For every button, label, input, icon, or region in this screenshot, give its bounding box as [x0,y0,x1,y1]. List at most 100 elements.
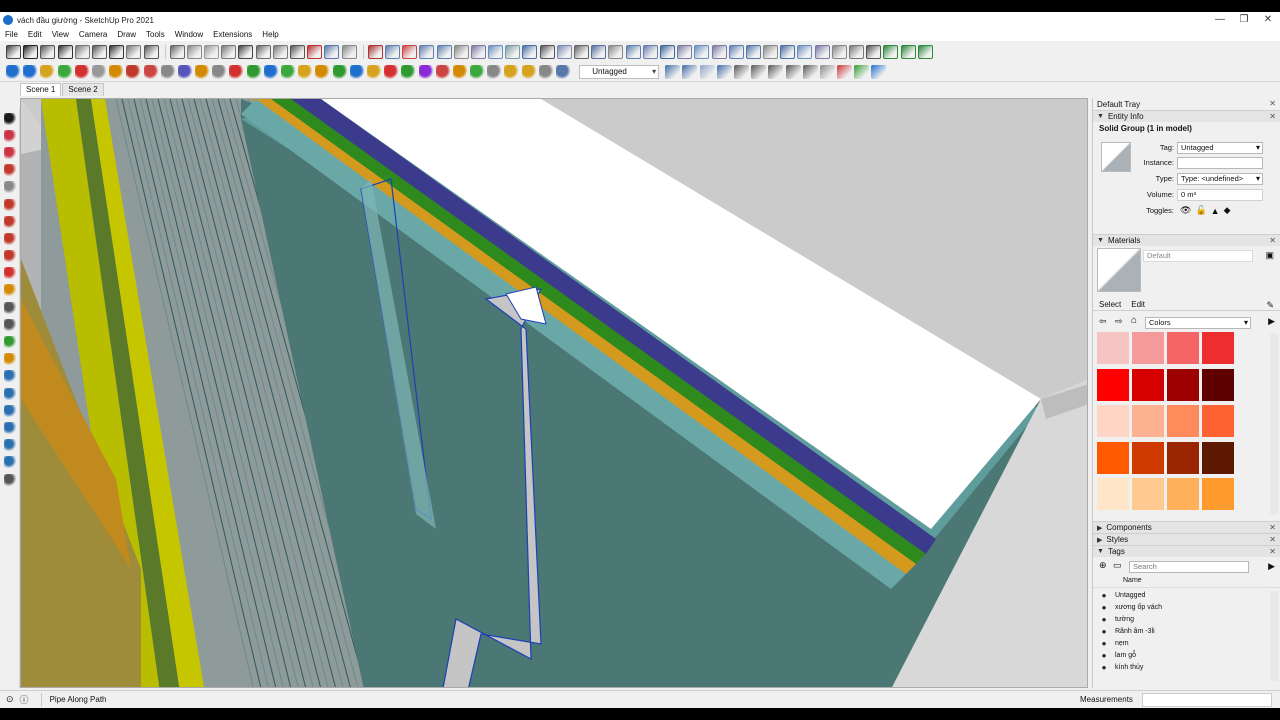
minimize-button[interactable]: — [1208,12,1232,28]
view-tool-2-icon[interactable] [682,64,698,79]
toolbar-tool-25-icon[interactable] [436,45,452,59]
toolbar-tool-45-icon[interactable] [780,45,796,59]
color-swatch[interactable] [1132,441,1164,474]
tags-header[interactable]: ▼ Tags ✕ [1093,545,1280,557]
left-tool-9-icon[interactable] [3,250,16,263]
view-tool-3-icon[interactable] [699,64,715,79]
toolbar-tool-14-icon[interactable] [238,45,254,59]
forward-arrow-icon[interactable]: ⇨ [1115,316,1123,327]
toolbar-tool-28-icon[interactable] [488,45,504,59]
toolbar-tool-17-icon[interactable] [290,45,305,59]
toolbar-tool-30-icon[interactable] [522,45,538,59]
color-swatch[interactable] [1202,441,1234,474]
color-swatch[interactable] [1167,405,1199,438]
details-arrow-icon[interactable]: ▶ [1268,561,1275,572]
styles-header[interactable]: ▶ Styles ✕ [1093,533,1280,545]
tool-8-icon[interactable] [126,64,142,79]
add-tag-icon[interactable]: ⊕ [1099,560,1107,571]
toolbar-tool-22-icon[interactable] [384,45,400,59]
color-swatch[interactable] [1167,441,1199,474]
left-tool-4-icon[interactable] [3,164,16,177]
left-tool-14-icon[interactable] [3,336,16,349]
color-swatch[interactable] [1097,478,1129,511]
color-swatch[interactable] [1202,405,1234,438]
toolbar-tool-12-icon[interactable] [204,45,220,59]
color-swatch[interactable] [1132,478,1164,511]
tag-name-column[interactable]: Name [1123,577,1142,584]
left-tool-22-icon[interactable] [3,473,16,486]
toolbar-tool-46-icon[interactable] [797,45,813,59]
toolbar-tool-27-icon[interactable] [470,45,486,59]
tool-1-icon[interactable] [6,64,21,79]
color-swatch[interactable] [1202,368,1234,401]
tray-close-icon[interactable]: ✕ [1269,98,1276,110]
tool-22-icon[interactable] [366,64,382,79]
menu-window[interactable]: Window [170,28,208,41]
color-swatch[interactable] [1097,368,1129,401]
view-tool-10-icon[interactable] [819,64,835,79]
tag-visibility-eye-icon[interactable]: ● [1099,663,1109,672]
material-library-select[interactable]: Colors [1145,317,1251,329]
tool-7-icon[interactable] [109,64,125,79]
tab-select[interactable]: Select [1099,300,1121,309]
tool-12-icon[interactable] [195,64,211,79]
tool-4-icon[interactable] [57,64,73,79]
toolbar-tool-7-icon[interactable] [109,45,125,59]
paint-bucket-icon[interactable]: ▣ [1265,250,1274,261]
toolbar-tool-20-icon[interactable] [341,45,357,59]
select-arrow-icon[interactable] [40,45,56,59]
tab-edit[interactable]: Edit [1131,300,1145,309]
color-swatch[interactable] [1097,441,1129,474]
color-swatch[interactable] [1167,332,1199,364]
toolbar-tool-43-icon[interactable] [745,45,761,59]
left-tool-7-icon[interactable] [3,215,16,228]
left-tool-18-icon[interactable] [3,404,16,417]
color-swatch[interactable] [1167,368,1199,401]
menu-edit[interactable]: Edit [23,28,47,41]
toolbar-tool-33-icon[interactable] [574,45,589,59]
select-tool-icon[interactable] [3,112,16,125]
visibility-eye-icon[interactable]: 👁 [1180,205,1191,216]
tag-row[interactable]: ● lam gỗ [1093,649,1261,661]
materials-header[interactable]: ▼ Materials ✕ [1093,234,1280,246]
3d-viewport[interactable] [20,98,1088,688]
back-arrow-icon[interactable]: ⇦ [1099,316,1107,327]
left-tool-17-icon[interactable] [3,387,16,400]
tool-32-icon[interactable] [538,64,554,79]
toolbar-tool-47-icon[interactable] [814,45,830,59]
tool-9-icon[interactable] [143,64,159,79]
active-tag-select[interactable]: Untagged [579,64,660,79]
lock-icon[interactable]: 🔓 [1195,205,1206,216]
left-tool-6-icon[interactable] [3,198,16,211]
tool-30-icon[interactable] [504,64,520,79]
view-tool-4-icon[interactable] [716,64,732,79]
toolbar-tool-24-icon[interactable] [419,45,435,59]
menu-tools[interactable]: Tools [141,28,170,41]
toolbar-tool-36-icon[interactable] [625,45,641,59]
tag-select[interactable]: Untagged [1177,141,1263,154]
color-swatch[interactable] [1132,405,1164,438]
left-tool-13-icon[interactable] [3,318,16,331]
tool-20-icon[interactable] [332,64,348,79]
cast-shadow-icon[interactable]: ▲ [1211,206,1220,216]
orbit-icon[interactable] [57,45,73,59]
menu-view[interactable]: View [47,28,74,41]
tag-row[interactable]: ● kính thủy [1093,661,1261,673]
color-swatch[interactable] [1132,368,1164,401]
left-tool-19-icon[interactable] [3,421,16,434]
toolbar-tool-32-icon[interactable] [556,45,572,59]
tag-visibility-eye-icon[interactable]: ● [1099,615,1109,624]
geolocation-icon[interactable]: ⊙ [6,694,14,705]
tool-24-icon[interactable] [401,64,417,79]
toolbar-tool-13-icon[interactable] [221,45,237,59]
toolbar-tool-18-icon[interactable] [307,45,323,59]
tag-visibility-eye-icon[interactable]: ● [1099,591,1109,600]
add-folder-icon[interactable]: ▭ [1113,560,1122,571]
view-tool-11-icon[interactable] [837,64,853,79]
tool-11-icon[interactable] [177,64,193,79]
tag-visibility-eye-icon[interactable]: ● [1099,627,1109,636]
view-tool-9-icon[interactable] [802,64,818,79]
tag-visibility-eye-icon[interactable]: ● [1099,651,1109,660]
refresh-icon[interactable] [74,45,90,59]
tool-15-icon[interactable] [246,64,262,79]
